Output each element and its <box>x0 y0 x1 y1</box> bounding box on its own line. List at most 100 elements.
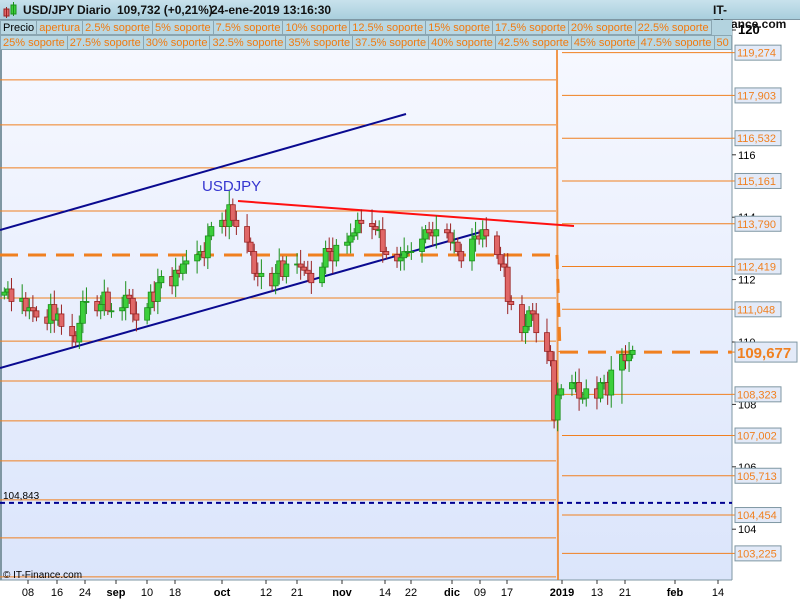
x-tick-label: nov <box>332 587 352 599</box>
legend-item[interactable]: 27.5% soporte <box>66 35 144 50</box>
candle-body <box>79 301 86 324</box>
candle-body <box>29 307 36 312</box>
candle-body <box>369 223 375 227</box>
candle-body <box>626 354 632 362</box>
legend-item[interactable]: 17.5% soporte <box>491 20 569 35</box>
candle-body <box>383 251 390 256</box>
candle-body <box>8 288 15 302</box>
candle-body <box>144 307 151 321</box>
candle-body <box>469 238 475 262</box>
candle-body <box>447 232 454 243</box>
candle-body <box>501 263 508 268</box>
legend-item[interactable]: 47.5% soporte <box>637 35 715 50</box>
candle-body <box>304 269 311 274</box>
candle-body <box>351 232 358 237</box>
level-price-label: 117,903 <box>737 90 776 102</box>
candle-body <box>433 229 440 237</box>
x-tick-label: dic <box>444 587 460 599</box>
candle-body <box>229 204 236 221</box>
legend-item[interactable]: 2.5% soporte <box>82 20 153 35</box>
candle-body <box>33 310 40 318</box>
candle-body <box>333 244 340 262</box>
level-price-label: 115,161 <box>737 176 776 188</box>
candle-body <box>397 257 404 262</box>
candle-body <box>358 219 365 224</box>
candle-body <box>58 313 65 327</box>
candle-body <box>372 226 379 231</box>
candle-body <box>344 241 350 246</box>
candle-body <box>458 251 465 262</box>
candle-body <box>504 266 511 302</box>
legend-item[interactable]: 7.5% soporte <box>212 20 284 35</box>
candle-body <box>408 251 415 253</box>
x-tick-label: 08 <box>22 587 34 599</box>
legend-item[interactable]: 15% soporte <box>425 20 493 35</box>
legend-item[interactable]: 40% soporte <box>428 35 496 50</box>
candle-body <box>608 369 615 396</box>
candle-body <box>308 272 315 284</box>
x-tick-label: 17 <box>501 587 513 599</box>
level-price-label: 112,419 <box>737 262 776 274</box>
legend-item[interactable]: 25% soporte <box>0 35 68 50</box>
x-tick-label: 09 <box>474 587 486 599</box>
title-bar: USD/JPY Diario 109,732 (+0,21%) 24-ene-2… <box>0 0 800 31</box>
x-tick-label: sep <box>107 587 126 599</box>
candle-body <box>133 313 140 321</box>
legend-item[interactable]: 32.5% soporte <box>209 35 287 50</box>
legend-item[interactable]: 22.5% soporte <box>634 20 712 35</box>
candle-body <box>126 294 133 299</box>
legend-item[interactable]: 12.5% soporte <box>349 20 427 35</box>
candle-body <box>629 349 636 355</box>
candle-body <box>529 310 536 315</box>
candle-body <box>554 394 561 421</box>
candle-body <box>154 282 161 302</box>
chart-annotation: USDJPY <box>202 178 261 195</box>
x-tick-label: 18 <box>169 587 181 599</box>
x-tick-label: 16 <box>51 587 63 599</box>
x-tick-label: 14 <box>712 587 724 599</box>
legend-item[interactable]: 30% soporte <box>142 35 211 50</box>
candlestick-icon <box>3 2 17 18</box>
candle-body <box>426 229 433 234</box>
x-tick-label: 22 <box>405 587 417 599</box>
legend-item[interactable]: 5% soporte <box>152 20 214 35</box>
candle-body <box>204 235 211 259</box>
level-price-label: 105,713 <box>737 471 777 483</box>
legend-item[interactable]: 45% soporte <box>570 35 639 50</box>
y-tick-label: 104 <box>738 524 756 536</box>
candle-body <box>326 247 333 252</box>
legend-item[interactable]: apertura <box>36 20 84 35</box>
candle-body <box>444 229 450 234</box>
legend-item[interactable]: Precio <box>0 20 38 35</box>
candle-body <box>319 266 325 284</box>
candle-body <box>108 310 115 313</box>
level-price-label: 104,454 <box>737 510 777 522</box>
x-tick-label: oct <box>214 587 231 599</box>
candle-body <box>129 297 136 315</box>
candle-body <box>1 291 8 296</box>
legend-item[interactable]: 37.5% soporte <box>352 35 430 50</box>
candle-body <box>244 226 250 243</box>
datetime: 24-ene-2019 13:16:30 <box>211 3 332 17</box>
x-tick-label: 21 <box>291 587 303 599</box>
level-price-label: 108,323 <box>737 389 777 401</box>
candle-body <box>272 272 279 287</box>
candle-body <box>576 382 582 399</box>
x-tick-label: 21 <box>619 587 631 599</box>
candle-body <box>597 382 604 399</box>
candle-body <box>83 301 90 303</box>
x-tick-label: 2019 <box>550 587 574 599</box>
legend-item[interactable]: 50 <box>713 35 732 50</box>
legend-item[interactable]: 42.5% soporte <box>494 35 572 50</box>
candle-body <box>533 313 540 334</box>
candle-body <box>258 272 265 277</box>
x-tick-label: 14 <box>379 587 391 599</box>
legend-item[interactable]: 10% soporte <box>282 20 351 35</box>
level-price-label: 116,532 <box>737 133 776 145</box>
candle-body <box>69 325 76 337</box>
level-price-label: 107,002 <box>737 431 777 443</box>
legend-item[interactable]: 35% soporte <box>285 35 354 50</box>
candle-body <box>76 322 83 343</box>
candle-body <box>454 241 461 252</box>
legend-item[interactable]: 20% soporte <box>567 20 636 35</box>
